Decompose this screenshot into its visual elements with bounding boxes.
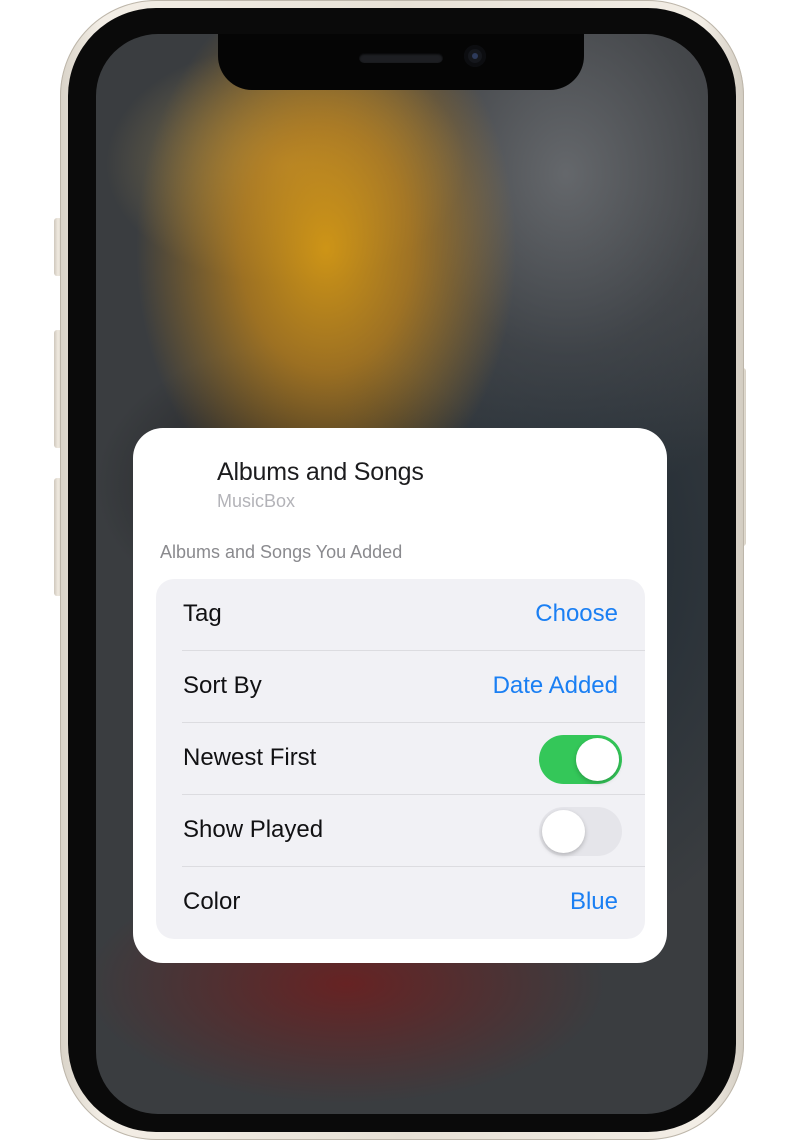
setting-label-newest-first: Newest First: [183, 744, 317, 771]
section-header: Albums and Songs You Added: [160, 542, 403, 562]
toggle-knob: [542, 810, 585, 853]
widget-app-name: MusicBox: [217, 491, 296, 511]
setting-row-show-played: Show Played: [156, 795, 645, 867]
setting-row-newest-first: Newest First: [156, 723, 645, 795]
widget-title: Albums and Songs: [217, 458, 424, 486]
setting-row-sort-by[interactable]: Sort By Date Added: [156, 651, 645, 723]
newest-first-toggle[interactable]: [539, 735, 622, 784]
widget-edit-card: Albums and Songs MusicBox Albums and Son…: [133, 428, 667, 963]
setting-row-tag[interactable]: Tag Choose: [156, 579, 645, 651]
setting-label-color: Color: [183, 888, 241, 915]
show-played-toggle[interactable]: [539, 807, 622, 856]
setting-label-tag: Tag: [183, 600, 222, 627]
setting-label-show-played: Show Played: [183, 816, 324, 843]
sort-by-value-button[interactable]: Date Added: [493, 672, 618, 700]
settings-group: Tag Choose Sort By Date Added Newest Fir…: [156, 579, 645, 939]
earpiece-speaker: [359, 53, 443, 63]
front-camera-icon: [464, 45, 486, 67]
setting-row-color[interactable]: Color Blue: [156, 867, 645, 939]
setting-label-sort-by: Sort By: [183, 672, 262, 699]
color-value-button[interactable]: Blue: [570, 888, 618, 916]
tag-choose-button[interactable]: Choose: [535, 600, 618, 628]
toggle-knob: [576, 738, 619, 781]
